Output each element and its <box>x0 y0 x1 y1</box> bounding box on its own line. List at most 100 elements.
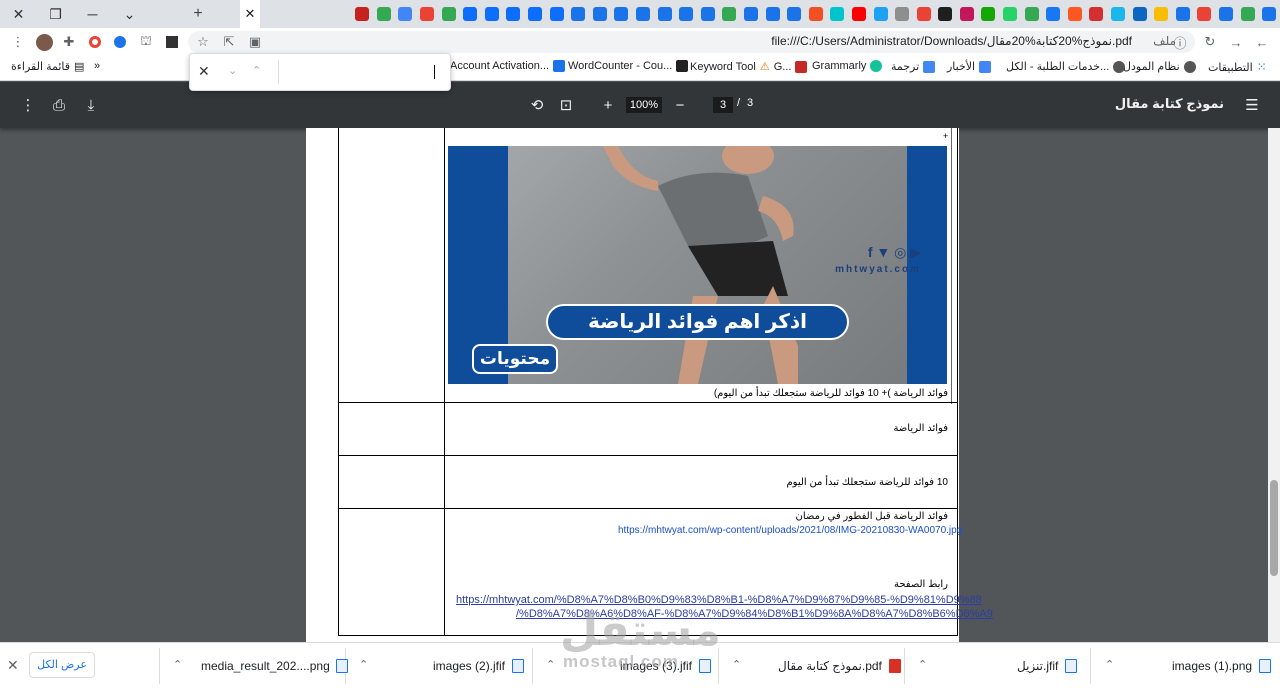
browser-tab[interactable] <box>395 0 417 28</box>
forward-icon[interactable]: → <box>1226 32 1246 52</box>
download-item[interactable]: images (1).png <box>1172 650 1271 682</box>
download-item[interactable]: نموذج كتابة مقال.pdf <box>778 650 901 682</box>
browser-tab[interactable] <box>632 0 654 28</box>
print-icon[interactable]: ⎙ <box>49 95 69 115</box>
more-actions-icon[interactable]: ⋮ <box>18 95 38 115</box>
browser-tab[interactable] <box>567 0 589 28</box>
browser-tab[interactable] <box>1258 0 1280 28</box>
browser-tab[interactable] <box>503 0 525 28</box>
hamburger-menu-icon[interactable]: ☰ <box>1242 95 1262 115</box>
browser-tab[interactable] <box>1107 0 1129 28</box>
close-window-button[interactable]: ✕ <box>0 0 37 28</box>
browser-tab[interactable] <box>481 0 503 28</box>
browser-tab[interactable] <box>438 0 460 28</box>
browser-tab[interactable] <box>589 0 611 28</box>
reading-list[interactable]: قائمة القراءة ▤ <box>11 60 84 73</box>
chevron-up-icon[interactable]: ⌃ <box>1105 658 1114 671</box>
browser-tab[interactable] <box>740 0 762 28</box>
browser-tab[interactable] <box>459 0 481 28</box>
close-icon[interactable]: ✕ <box>7 657 19 674</box>
zoom-level-input[interactable]: 100% <box>626 97 662 113</box>
browser-tab[interactable] <box>805 0 827 28</box>
browser-tab[interactable] <box>762 0 784 28</box>
image-link[interactable]: https://mhtwyat.com/wp-content/uploads/2… <box>618 525 962 536</box>
browser-tab[interactable] <box>848 0 870 28</box>
browser-tab[interactable] <box>1042 0 1064 28</box>
tab-search-button[interactable]: ⌄ <box>111 0 148 28</box>
browser-tab[interactable] <box>999 0 1021 28</box>
restore-window-button[interactable]: ❐ <box>37 0 74 28</box>
bookmark-wordcounter[interactable]: WordCounter - Cou... <box>568 60 689 72</box>
scrollbar-thumb[interactable] <box>1270 480 1278 576</box>
browser-tab[interactable] <box>416 0 438 28</box>
star-icon[interactable]: ☆ <box>193 32 213 52</box>
page-icon[interactable]: ▣ <box>245 32 265 52</box>
rotate-icon[interactable]: ⟲ <box>527 95 547 115</box>
bookmark-translate[interactable]: ترجمة <box>891 60 936 73</box>
fit-page-icon[interactable]: ⊡ <box>556 95 576 115</box>
browser-tab[interactable] <box>870 0 892 28</box>
browser-tab[interactable] <box>1172 0 1194 28</box>
info-icon[interactable]: ⓘ <box>1170 32 1190 52</box>
new-tab-button[interactable]: + <box>186 0 210 28</box>
close-tab-icon[interactable]: ✕ <box>240 0 260 28</box>
browser-tab[interactable] <box>1194 0 1216 28</box>
bookmark-students[interactable]: خدمات الطلبة - الكل... <box>1006 60 1126 73</box>
browser-tab[interactable] <box>611 0 633 28</box>
extension-icon[interactable]: ⛫ <box>136 32 156 52</box>
reload-icon[interactable]: ↻ <box>1200 32 1220 52</box>
browser-tab[interactable] <box>1086 0 1108 28</box>
download-item[interactable]: media_result_202....png <box>201 650 349 682</box>
browser-tab[interactable] <box>935 0 957 28</box>
scrollbar[interactable] <box>1268 128 1280 642</box>
browser-tab[interactable] <box>675 0 697 28</box>
chevron-down-icon[interactable]: ⌄ <box>228 64 237 77</box>
bookmarks-more-button[interactable]: » <box>94 60 100 72</box>
browser-tab[interactable] <box>1150 0 1172 28</box>
bookmark-apps[interactable]: التطبيقات ⁙ <box>1208 60 1267 74</box>
show-all-button[interactable]: عرض الكل <box>29 652 95 678</box>
bookmark-keyword-tool[interactable]: Keyword Tool ⚠ G... <box>690 60 808 73</box>
extension-icon[interactable] <box>85 32 105 52</box>
download-item[interactable]: تنزيل.jfif <box>1017 650 1078 682</box>
browser-tab[interactable] <box>719 0 741 28</box>
download-icon[interactable]: ⤓ <box>81 95 101 115</box>
browser-tab[interactable] <box>913 0 935 28</box>
browser-tab[interactable] <box>1237 0 1259 28</box>
extensions-icon[interactable]: ✚ <box>59 32 79 52</box>
browser-tab[interactable] <box>351 0 373 28</box>
bookmark-account[interactable]: Account Activation... <box>450 60 566 72</box>
zoom-in-icon[interactable]: + <box>598 95 618 115</box>
browser-tab[interactable] <box>1021 0 1043 28</box>
browser-tab[interactable] <box>1064 0 1086 28</box>
close-icon[interactable]: ✕ <box>198 63 210 80</box>
page-number-input[interactable]: 3 <box>713 97 733 113</box>
browser-tab[interactable] <box>697 0 719 28</box>
browser-tab[interactable] <box>546 0 568 28</box>
browser-tab[interactable] <box>524 0 546 28</box>
back-icon[interactable]: ← <box>1252 32 1272 52</box>
chevron-up-icon[interactable]: ⌃ <box>252 64 261 77</box>
browser-tab[interactable] <box>891 0 913 28</box>
share-icon[interactable]: ⇱ <box>219 32 239 52</box>
chevron-up-icon[interactable]: ⌃ <box>546 658 555 671</box>
browser-tab[interactable] <box>654 0 676 28</box>
chevron-up-icon[interactable]: ⌃ <box>732 658 741 671</box>
chevron-up-icon[interactable]: ⌃ <box>173 658 182 671</box>
find-input[interactable] <box>290 58 440 86</box>
browser-tab[interactable] <box>783 0 805 28</box>
menu-icon[interactable]: ⋮ <box>8 32 28 52</box>
extension-icon[interactable] <box>110 32 130 52</box>
download-item[interactable]: images (2).jfif <box>433 650 524 682</box>
browser-tab[interactable] <box>1215 0 1237 28</box>
extension-icon[interactable] <box>162 32 182 52</box>
avatar[interactable] <box>34 32 54 52</box>
minimize-window-button[interactable]: ─ <box>74 0 111 28</box>
bookmark-moodle[interactable]: نظام المودل <box>1123 60 1196 73</box>
zoom-out-icon[interactable]: − <box>670 95 690 115</box>
bookmark-grammarly[interactable]: Grammarly <box>812 60 883 72</box>
bookmark-news[interactable]: الأخبار <box>947 60 992 73</box>
browser-tab[interactable] <box>373 0 395 28</box>
browser-tab[interactable] <box>827 0 849 28</box>
chevron-up-icon[interactable]: ⌃ <box>918 658 927 671</box>
